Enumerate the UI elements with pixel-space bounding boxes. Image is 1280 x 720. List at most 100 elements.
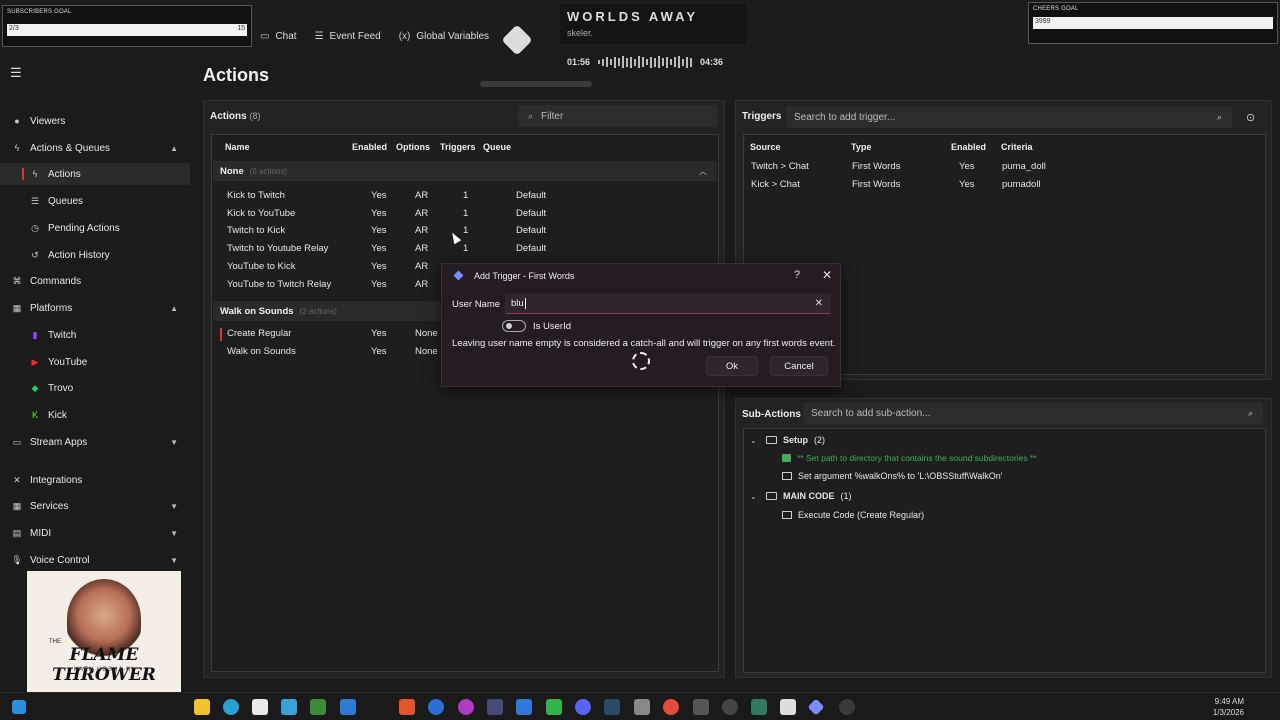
sidebar-item-kick[interactable]: K Kick [0,404,190,426]
table-row[interactable]: Twitch > Chat First Words Yes puma_doll [745,159,1265,176]
platforms-icon: ▦ [12,302,22,313]
chevron-up-icon[interactable]: ▲ [170,304,178,313]
col-header-options[interactable]: Options [396,142,430,152]
sidebar-item-label: Action History [48,249,110,261]
subaction-search-input[interactable]: Search to add sub-action... ⌕ [803,402,1263,424]
tab-event-feed[interactable]: ☰ Event Feed [315,31,381,42]
tab-chat[interactable]: ▭ Chat [260,31,297,42]
table-row[interactable]: Twitch to Kick Yes AR 1 Default [213,223,717,240]
app-icon[interactable] [458,699,474,715]
chevron-down-icon[interactable]: ▼ [170,438,178,447]
sidebar-item-stream-apps[interactable]: ▭ Stream Apps ▼ [0,431,190,453]
horizontal-scrollbar[interactable] [480,81,592,87]
steam-icon[interactable] [604,699,620,715]
cell-options: AR [415,225,429,237]
sidebar-item-pending-actions[interactable]: ◷ Pending Actions [0,217,190,239]
chevron-down-icon[interactable]: ▼ [170,502,178,511]
col-header-queue[interactable]: Queue [483,142,511,152]
sidebar-item-viewers[interactable]: ● Viewers [0,110,190,132]
sidebar-item-trovo[interactable]: ◆ Trovo [0,377,190,399]
col-header-source[interactable]: Source [750,142,781,152]
col-header-enabled[interactable]: Enabled [352,142,387,152]
clock[interactable]: 9:49 AM 1/3/2026 [1208,696,1244,718]
edge-icon[interactable] [223,699,239,715]
chevron-up-icon[interactable]: ︿ [699,166,707,177]
file-explorer-icon[interactable] [194,699,210,715]
app-icon[interactable] [693,699,709,715]
sidebar-item-services[interactable]: ▦ Services ▼ [0,495,190,517]
commands-icon: ⌘ [12,275,22,286]
streamerbot-icon[interactable] [807,698,825,716]
col-header-type[interactable]: Type [851,142,871,152]
cell-options: AR [415,207,429,219]
sidebar-item-platforms[interactable]: ▦ Platforms ▲ [0,297,190,319]
app-icon[interactable] [428,699,444,715]
sidebar-item-midi[interactable]: ▤ MIDI ▼ [0,522,190,544]
tree-group-setup[interactable]: ⌄ Setup (2) [750,435,825,445]
cheers-goal: CHEERS GOAL 3999 [1028,2,1278,44]
col-header-name[interactable]: Name [225,142,250,152]
sidebar-item-actions-queues[interactable]: ϟ Actions & Queues ▲ [0,137,190,159]
action-group[interactable]: None (6 actions) ︿ [213,161,717,181]
discord-icon[interactable] [575,699,591,715]
tree-item-set-argument[interactable]: Set argument %walkOns% to 'L:\OBSStuff\W… [782,471,1003,481]
sidebar-item-commands[interactable]: ⌘ Commands [0,270,190,292]
app-icon[interactable] [340,699,356,715]
filter-input[interactable]: ⌕ Filter [518,105,717,127]
sidebar-item-integrations[interactable]: ✕ Integrations [0,469,190,491]
settings-icon[interactable]: ⊙ [1246,111,1255,124]
folder-icon [766,436,777,444]
chevron-down-icon[interactable]: ▼ [170,529,178,538]
table-row[interactable]: Kick > Chat First Words Yes pumadoll [745,177,1265,194]
app-icon[interactable] [516,699,532,715]
app-icon[interactable] [546,699,562,715]
sidebar-item-youtube[interactable]: ▶ YouTube [0,351,190,373]
cancel-button[interactable]: Cancel [770,356,828,376]
tab-global-variables[interactable]: (x) Global Variables [399,31,489,42]
sidebar-item-twitch[interactable]: ▮ Twitch [0,324,190,346]
table-row[interactable]: Twitch to Youtube Relay Yes AR 1 Default [213,241,717,258]
col-header-criteria[interactable]: Criteria [1001,142,1033,152]
app-icon[interactable] [487,699,503,715]
trigger-search-input[interactable]: Search to add trigger... ⌕ [786,106,1232,128]
sidebar-item-actions[interactable]: ϟ Actions [0,163,190,185]
user-name-input[interactable]: blu ✕ [505,293,831,314]
chrome-icon[interactable] [663,699,679,715]
sidebar-item-action-history[interactable]: ↺ Action History [0,244,190,266]
tree-comment[interactable]: ** Set path to directory that contains t… [782,453,1037,463]
app-icon[interactable] [780,699,796,715]
windows-start-icon[interactable] [12,700,26,714]
obs-icon[interactable] [722,699,738,715]
col-header-enabled[interactable]: Enabled [951,142,986,152]
is-userid-toggle[interactable] [502,320,526,332]
app-icon[interactable] [281,699,297,715]
clock-time: 9:49 AM [1214,697,1244,706]
app-icon[interactable] [399,699,415,715]
settings-icon[interactable] [634,699,650,715]
logo-signature: KAEN HOSHA-KI [73,667,134,673]
sidebar-item-queues[interactable]: ☰ Queues [0,190,190,212]
tree-item-execute-code[interactable]: Execute Code (Create Regular) [782,510,924,520]
top-tabs: ▭ Chat ☰ Event Feed (x) Global Variables [260,31,489,42]
sidebar-item-voice-control[interactable]: 🎙 Voice Control ▼ [0,549,190,571]
help-icon[interactable]: ? [794,269,800,281]
app-icon[interactable] [839,699,855,715]
stream-apps-icon: ▭ [12,436,22,447]
app-icon[interactable] [751,699,767,715]
col-header-triggers[interactable]: Triggers [440,142,476,152]
tree-group-main-code[interactable]: ⌄ MAIN CODE (1) [750,491,852,501]
viewers-icon: ● [14,116,20,126]
subaction-icon [782,472,792,480]
menu-icon[interactable]: ☰ [10,65,22,81]
store-icon[interactable] [252,699,268,715]
chevron-down-icon[interactable]: ▼ [170,556,178,565]
table-row[interactable]: Kick to Twitch Yes AR 1 Default [213,188,717,205]
chevron-up-icon[interactable]: ▲ [170,144,178,153]
sidebar-item-label: Services [30,500,69,512]
table-row[interactable]: Kick to YouTube Yes AR 1 Default [213,206,717,223]
clear-icon[interactable]: ✕ [815,298,823,309]
voice-icon: 🎙 [11,554,23,565]
close-icon[interactable]: ✕ [822,268,832,282]
app-icon[interactable] [310,699,326,715]
ok-button[interactable]: Ok [706,356,758,376]
